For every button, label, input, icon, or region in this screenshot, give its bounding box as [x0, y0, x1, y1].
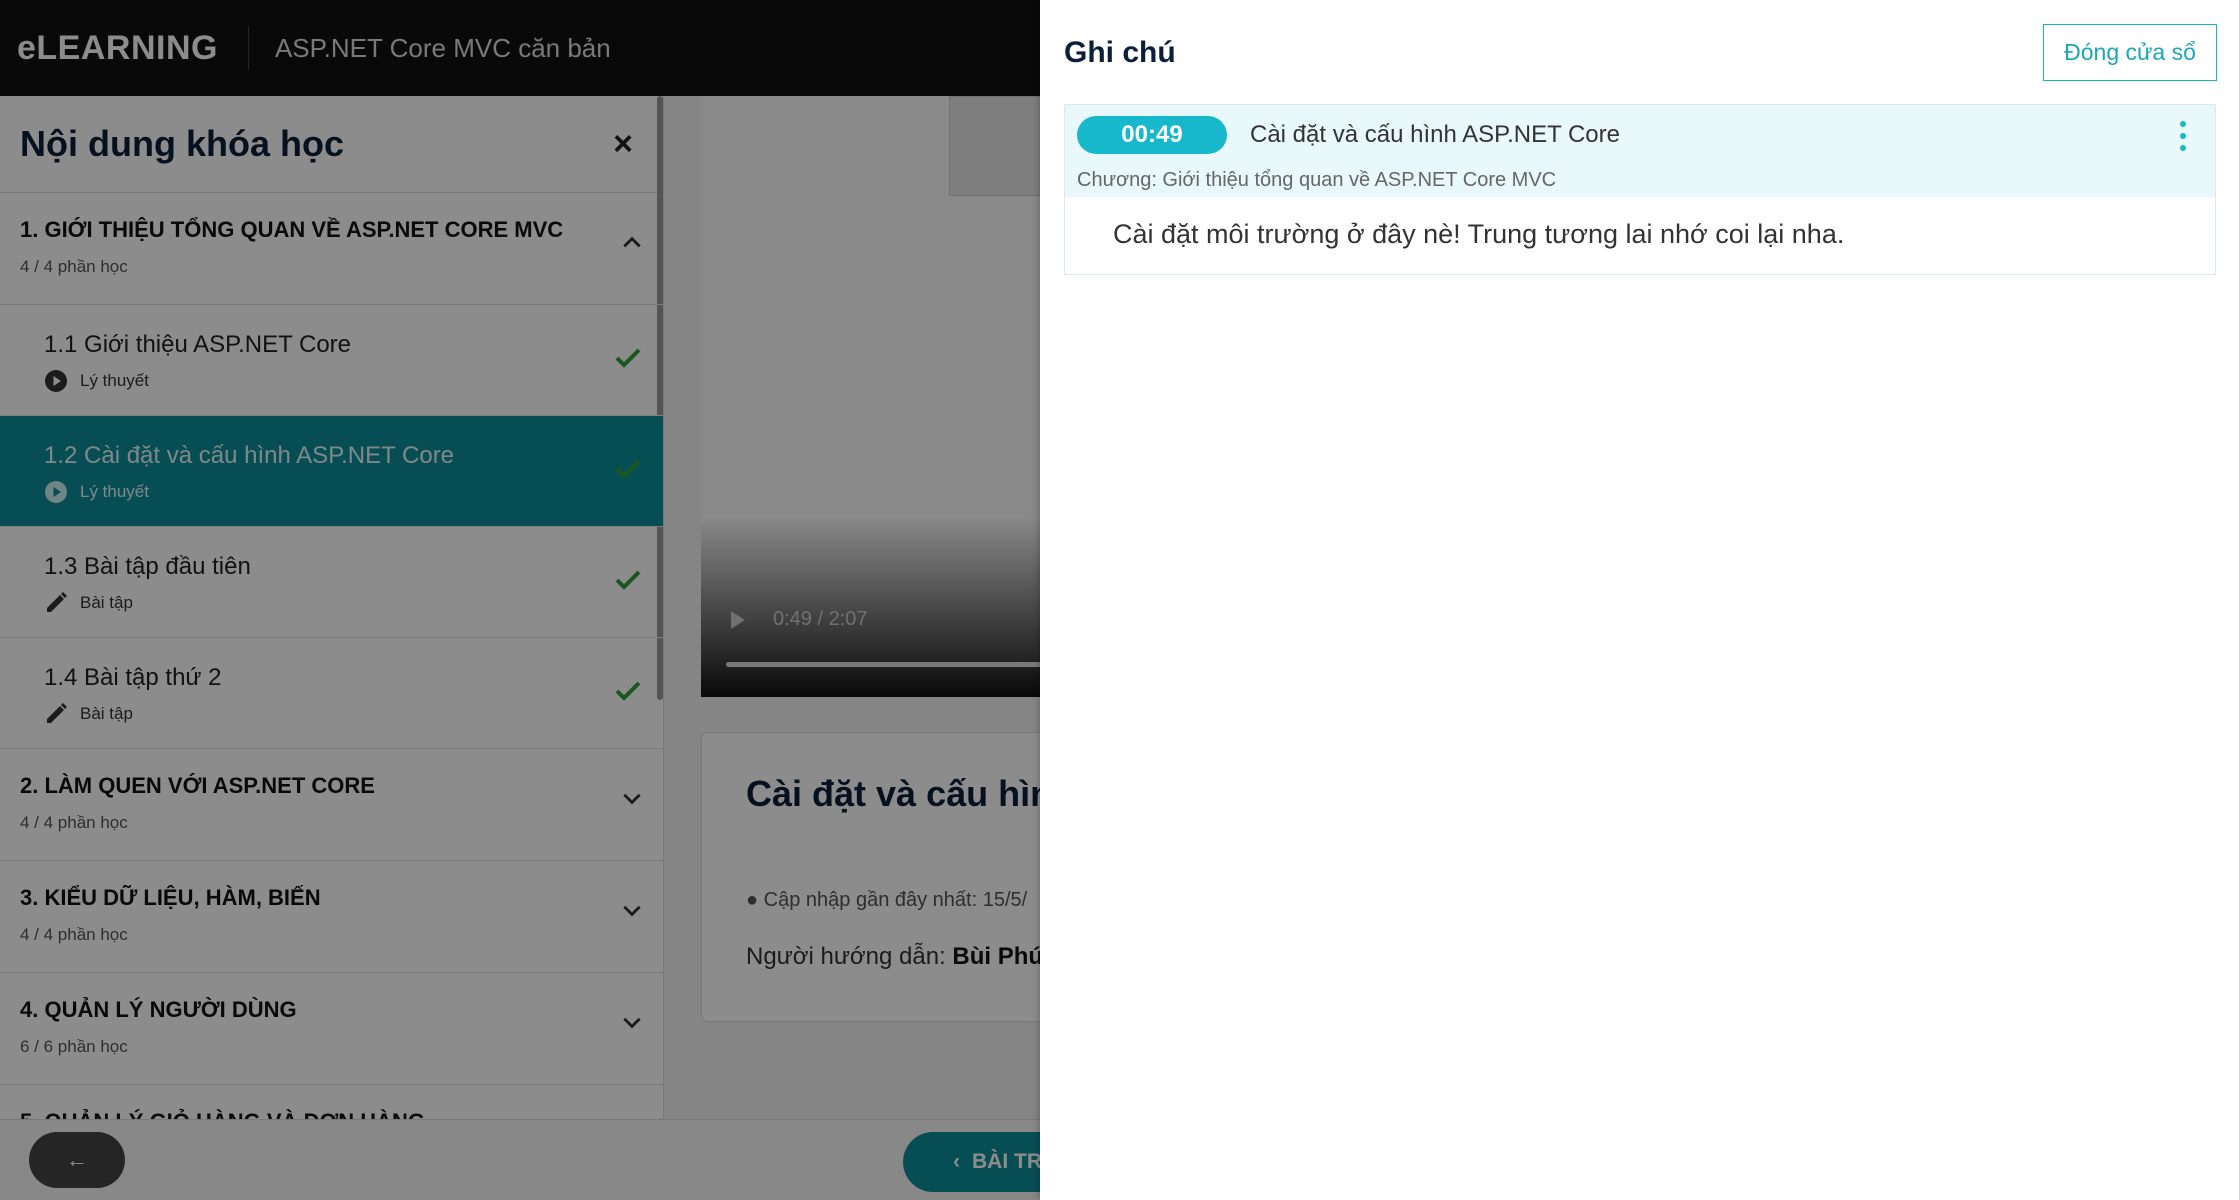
note-content: Cài đặt môi trường ở đây nè! Trung tương…	[1113, 219, 1845, 249]
note-header: 00:49 Cài đặt và cấu hình ASP.NET Core C…	[1065, 105, 2215, 197]
close-window-button[interactable]: Đóng cửa sổ	[2043, 24, 2217, 81]
note-chapter: Chương: Giới thiệu tổng quan về ASP.NET …	[1077, 169, 1557, 191]
notes-title: Ghi chú	[1064, 36, 1176, 69]
notes-drawer: Ghi chú Đóng cửa sổ 00:49 Cài đặt và cấu…	[1040, 0, 2239, 1200]
note-timestamp-badge[interactable]: 00:49	[1077, 116, 1227, 154]
note-item: 00:49 Cài đặt và cấu hình ASP.NET Core C…	[1064, 104, 2216, 275]
more-options-icon[interactable]	[2175, 121, 2191, 151]
modal-backdrop[interactable]	[0, 0, 1040, 1200]
note-lesson-title: Cài đặt và cấu hình ASP.NET Core	[1250, 121, 1620, 148]
